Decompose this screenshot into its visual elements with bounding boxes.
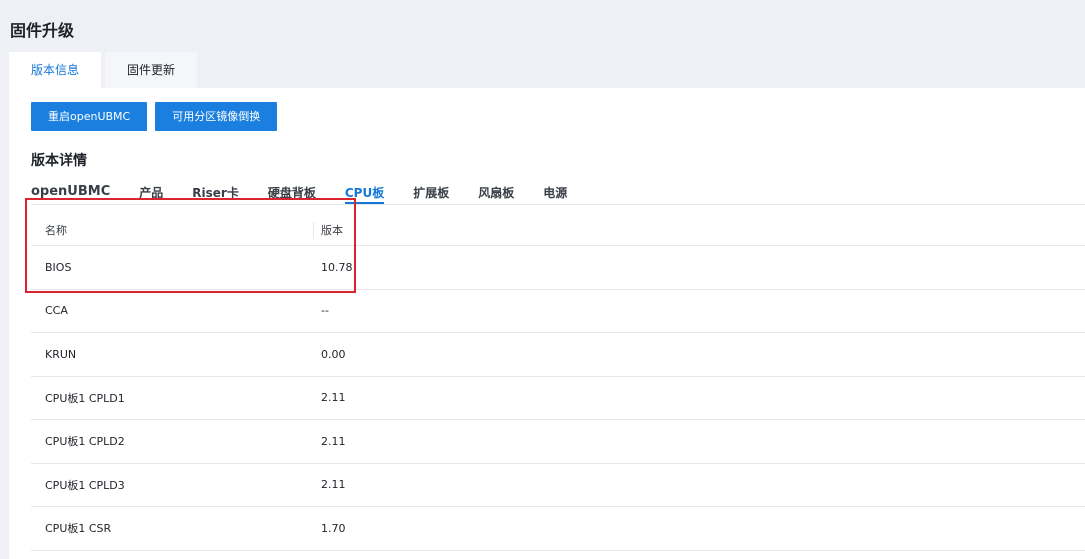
sub-tab-product[interactable]: 产品	[139, 184, 163, 204]
table-row: CPU板1 CSR 1.70	[31, 507, 1085, 551]
sub-tab-expansion-board[interactable]: 扩展板	[413, 184, 449, 204]
column-header-version: 版本	[321, 224, 343, 237]
version-table: 名称 版本 BIOS 10.78 CCA -- KRUN 0.00 CPU板1 …	[31, 215, 1085, 551]
sub-tab-disk-backplane[interactable]: 硬盘背板	[268, 184, 316, 204]
cell-version: 1.70	[321, 521, 346, 535]
version-info-panel: 重启openUBMC 可用分区镜像倒换 版本详情 openUBMC 产品 Ris…	[9, 88, 1085, 559]
cell-version: 0.00	[321, 347, 346, 361]
table-row: CCA --	[31, 290, 1085, 333]
section-title: 版本详情	[31, 153, 87, 169]
cell-version: 2.11	[321, 434, 346, 448]
table-header: 名称 版本	[31, 215, 1085, 246]
sub-tab-riser[interactable]: Riser卡	[192, 184, 239, 204]
cell-name: KRUN	[45, 347, 77, 361]
sub-tab-openubmc[interactable]: openUBMC	[31, 184, 110, 204]
switch-partition-image-button[interactable]: 可用分区镜像倒换	[155, 102, 278, 131]
column-header-name: 名称	[31, 221, 314, 239]
tabs-divider	[31, 204, 1085, 205]
table-row: BIOS 10.78	[31, 246, 1085, 290]
cell-name: CCA	[45, 304, 68, 318]
cell-version: 2.11	[321, 478, 346, 492]
cell-version: --	[321, 304, 329, 318]
table-row: CPU板1 CPLD1 2.11	[31, 377, 1085, 420]
top-tabs: 版本信息 固件更新	[9, 52, 201, 88]
action-buttons: 重启openUBMC 可用分区镜像倒换	[31, 102, 285, 131]
cell-name: CPU板1 CPLD3	[45, 478, 125, 492]
component-tabs: openUBMC 产品 Riser卡 硬盘背板 CPU板 扩展板 风扇板 电源	[31, 184, 596, 204]
tab-version-info[interactable]: 版本信息	[9, 52, 102, 88]
cell-name: CPU板1 CSR	[45, 522, 112, 536]
sub-tab-cpu-board[interactable]: CPU板	[344, 184, 385, 204]
cell-version: 10.78	[321, 260, 353, 274]
table-row: CPU板1 CPLD2 2.11	[31, 420, 1085, 464]
cell-version: 2.11	[321, 391, 346, 405]
page-title: 固件升级	[10, 21, 75, 40]
cell-name: CPU板1 CPLD1	[45, 391, 125, 405]
table-row: CPU板1 CPLD3 2.11	[31, 464, 1085, 507]
cell-name: CPU板1 CPLD2	[45, 435, 125, 449]
cell-name: BIOS	[45, 260, 72, 274]
tab-firmware-update[interactable]: 固件更新	[105, 52, 198, 88]
sub-tab-fan-board[interactable]: 风扇板	[478, 184, 514, 204]
restart-openubmc-button[interactable]: 重启openUBMC	[31, 102, 148, 131]
table-row: KRUN 0.00	[31, 333, 1085, 377]
sub-tab-power[interactable]: 电源	[543, 184, 567, 204]
